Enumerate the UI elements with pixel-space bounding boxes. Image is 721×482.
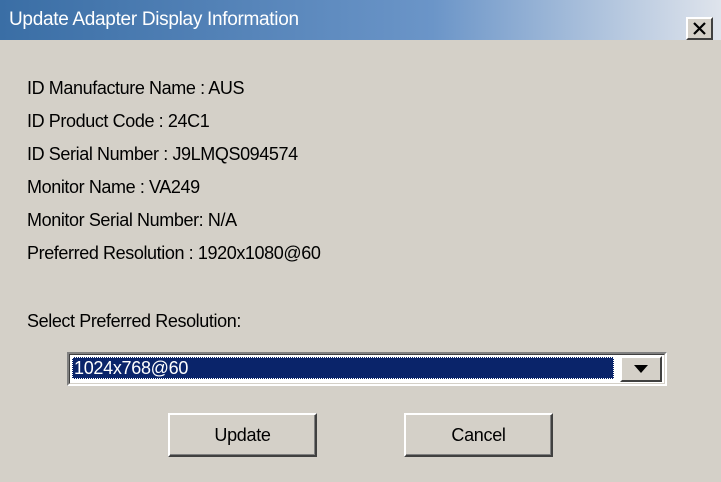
cancel-button[interactable]: Cancel <box>404 413 553 457</box>
dropdown-button[interactable] <box>620 356 662 382</box>
close-icon <box>693 22 706 35</box>
update-button-bevel <box>170 415 315 455</box>
monitor-serial-number: Monitor Serial Number: N/A <box>27 210 237 230</box>
chevron-down-icon <box>634 365 648 373</box>
cancel-button-bevel <box>406 415 551 455</box>
close-button[interactable] <box>686 17 713 40</box>
select-resolution-label: Select Preferred Resolution: <box>27 311 241 331</box>
resolution-select-value[interactable]: 1024x768@60 <box>72 357 614 379</box>
resolution-select[interactable]: 1024x768@60 <box>67 352 667 386</box>
id-product-code: ID Product Code : 24C1 <box>27 111 210 131</box>
update-button[interactable]: Update <box>168 413 317 457</box>
id-serial-number: ID Serial Number : J9LMQS094574 <box>27 144 298 164</box>
id-manufacture-name: ID Manufacture Name : AUS <box>27 78 245 98</box>
monitor-name: Monitor Name : VA249 <box>27 177 200 197</box>
preferred-resolution: Preferred Resolution : 1920x1080@60 <box>27 243 321 263</box>
title-bar[interactable]: Update Adapter Display Information <box>0 0 721 40</box>
window-title: Update Adapter Display Information <box>9 9 299 30</box>
dialog-window: Update Adapter Display Information ID Ma… <box>0 0 721 482</box>
